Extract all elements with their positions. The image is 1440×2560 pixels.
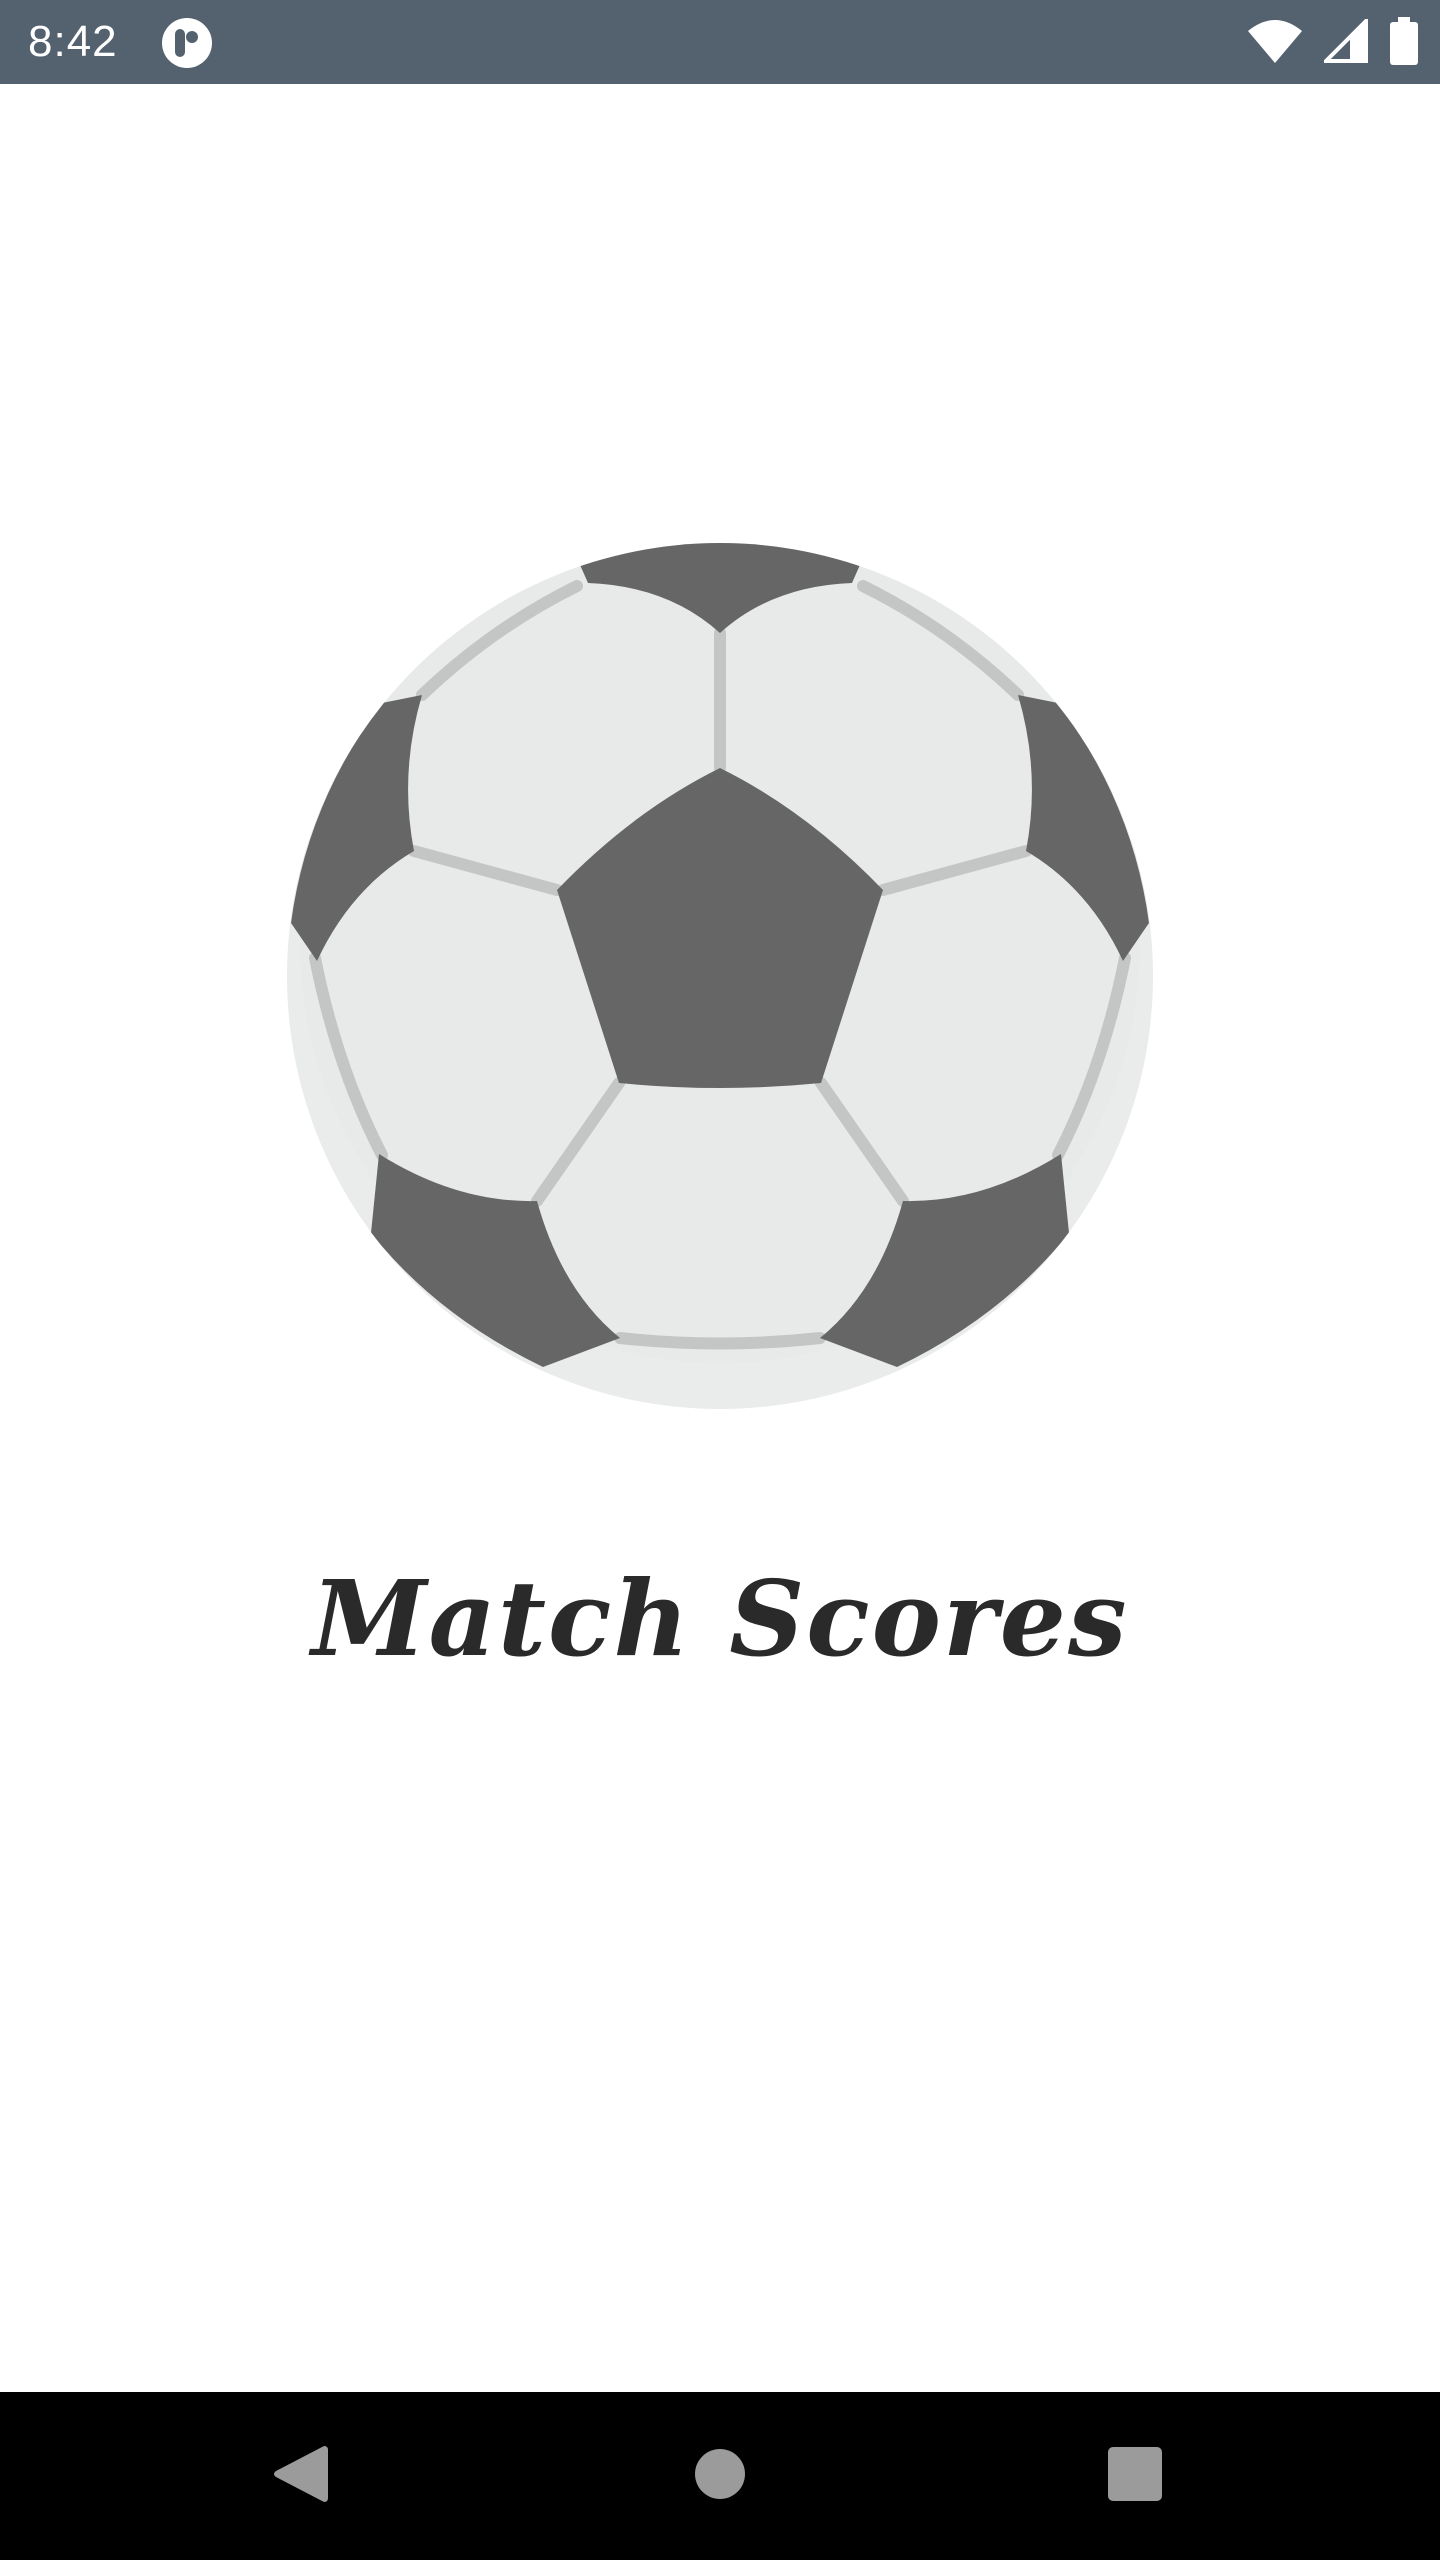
navigation-bar xyxy=(0,2392,1440,2560)
app-title: Match Scores xyxy=(311,1557,1129,1680)
status-time: 8:42 xyxy=(28,17,118,66)
cell-signal-icon xyxy=(1321,16,1368,67)
app-notification-icon xyxy=(162,18,212,68)
splash-content: Match Scores xyxy=(0,84,1440,2392)
battery-icon xyxy=(1390,17,1418,69)
soccer-ball-icon xyxy=(287,543,1153,1409)
recents-icon xyxy=(1108,2447,1162,2505)
home-icon xyxy=(694,2448,746,2504)
home-button[interactable] xyxy=(620,2392,820,2560)
back-icon xyxy=(272,2444,328,2508)
status-icons xyxy=(1248,16,1418,69)
splash-screen: 8:42 Match Scores xyxy=(0,0,1440,2560)
wifi-icon xyxy=(1248,19,1302,67)
back-button[interactable] xyxy=(200,2392,400,2560)
status-bar: 8:42 xyxy=(0,0,1440,84)
recents-button[interactable] xyxy=(1035,2392,1235,2560)
